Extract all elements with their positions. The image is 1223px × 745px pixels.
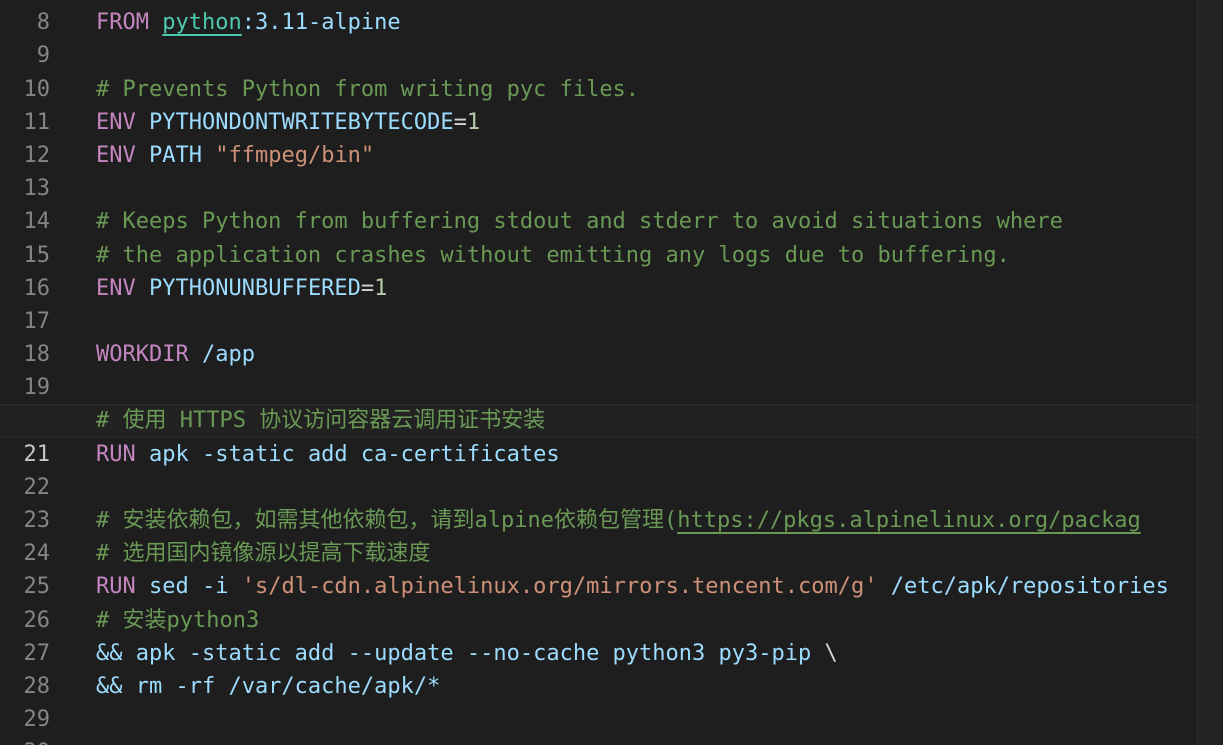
code-line[interactable]: 9 FROM python:3.11-alpine	[0, 6, 1197, 68]
code-text: # 安装依赖包，如需其他依赖包，请到alpine依赖包管理(https://pk…	[96, 504, 1141, 537]
code-text: ENV PATH "ffmpeg/bin"	[96, 139, 374, 172]
code-line[interactable]: 22 RUN apk -static add ca-certificates	[0, 438, 1197, 500]
code-line[interactable]: 27 # 安装python3	[0, 604, 1197, 666]
comment-token: # 使用 HTTPS 协议访问容器云调用证书安装	[96, 408, 546, 434]
code-line[interactable]: 11 # Prevents Python from writing pyc fi…	[0, 73, 1197, 135]
code-line[interactable]: 18	[0, 305, 1197, 367]
code-text: ENV PYTHONDONTWRITEBYTECODE=1	[96, 106, 480, 139]
comment-token: # the application crashes without emitti…	[96, 242, 1010, 268]
code-line[interactable]: 19 WORKDIR /app	[0, 338, 1197, 400]
line-continuation: \	[824, 640, 838, 666]
code-line[interactable]: 25 # 选用国内镜像源以提高下载速度	[0, 537, 1197, 599]
code-line[interactable]: 29 && rm -rf /var/cache/apk/*	[0, 670, 1197, 732]
comment-token: # 安装python3	[96, 607, 260, 633]
code-line[interactable]: 14	[0, 172, 1197, 234]
code-line[interactable]: 24 # 安装依赖包，如需其他依赖包，请到alpine依赖包管理(https:/…	[0, 504, 1197, 566]
comment-token: # Prevents Python from writing pyc files…	[96, 76, 640, 102]
keyword-token: FROM	[96, 10, 149, 36]
code-text: && rm -rf /var/cache/apk/*	[96, 670, 440, 703]
number-token: 1	[466, 109, 481, 135]
comment-token: # 安装依赖包，如需其他依赖包，请到alpine依赖包管理(	[96, 508, 678, 533]
code-text: RUN apk -static add ca-certificates	[96, 438, 560, 471]
keyword-token: RUN	[96, 441, 136, 467]
path-token: /app	[201, 342, 255, 368]
code-line[interactable]: 17 ENV PYTHONUNBUFFERED=1	[0, 272, 1197, 334]
comment-token: # 选用国内镜像源以提高下载速度	[96, 541, 431, 567]
code-line[interactable]: 28 && apk -static add --update --no-cach…	[0, 637, 1197, 699]
code-text: && apk -static add --update --no-cache p…	[96, 637, 838, 670]
code-editor[interactable]: 8 9 FROM python:3.11-alpine 10 11 # Prev…	[0, 0, 1223, 745]
operator-token: =	[360, 275, 375, 301]
code-line[interactable]: 23	[0, 471, 1197, 533]
code-text: # 选用国内镜像源以提高下载速度	[96, 537, 431, 570]
string-token: 's/dl-cdn.alpinelinux.org/mirrors.tencen…	[241, 574, 878, 600]
code-text: FROM python:3.11-alpine	[96, 6, 401, 39]
path-token: /etc/apk/repositories	[877, 574, 1169, 600]
image-link[interactable]: python	[162, 10, 241, 35]
code-text: # Prevents Python from writing pyc files…	[96, 73, 639, 106]
variable-token: PATH	[149, 142, 202, 168]
operator-token: =	[453, 109, 467, 135]
code-line[interactable]: 12 ENV PYTHONDONTWRITEBYTECODE=1	[0, 106, 1197, 168]
command-token: apk -static add ca-certificates	[149, 441, 560, 467]
image-tag: :3.11-alpine	[241, 10, 401, 36]
keyword-token: WORKDIR	[96, 342, 189, 368]
number-token: 1	[374, 275, 388, 301]
code-text: # the application crashes without emitti…	[96, 239, 1010, 272]
code-line[interactable]: 30	[0, 703, 1197, 745]
code-text: WORKDIR /app	[96, 338, 255, 371]
code-line[interactable]: 13 ENV PATH "ffmpeg/bin"	[0, 139, 1197, 201]
code-text: # Keeps Python from buffering stdout and…	[96, 205, 1063, 238]
code-text: RUN sed -i 's/dl-cdn.alpinelinux.org/mir…	[96, 570, 1169, 603]
string-token: "ffmpeg/bin"	[215, 142, 375, 168]
keyword-token: ENV	[96, 275, 136, 301]
command-token: && rm -rf /var/cache/apk/*	[96, 673, 441, 699]
code-text: # 使用 HTTPS 协议访问容器云调用证书安装	[96, 404, 545, 437]
code-line[interactable]: 10	[0, 39, 1197, 102]
code-line[interactable]: 16 # the application crashes without emi…	[0, 239, 1197, 301]
vertical-scrollbar[interactable]	[1197, 0, 1223, 745]
code-line[interactable]: 26 RUN sed -i 's/dl-cdn.alpinelinux.org/…	[0, 570, 1197, 632]
code-line[interactable]: 15 # Keeps Python from buffering stdout …	[0, 205, 1197, 267]
line-number: 30	[0, 736, 51, 745]
keyword-token: RUN	[96, 574, 136, 600]
editor-lines[interactable]: 8 9 FROM python:3.11-alpine 10 11 # Prev…	[0, 0, 1197, 745]
code-text: # 安装python3	[96, 604, 259, 637]
command-token: && apk -static add --update --no-cache p…	[96, 640, 825, 666]
keyword-token: ENV	[96, 142, 136, 168]
variable-token: PYTHONUNBUFFERED	[149, 275, 361, 301]
keyword-token: ENV	[96, 109, 136, 135]
code-text: ENV PYTHONUNBUFFERED=1	[96, 272, 387, 305]
url-link[interactable]: https://pkgs.alpinelinux.org/packag	[677, 508, 1141, 533]
code-line[interactable]: 20	[0, 371, 1197, 433]
command-token: sed -i	[149, 574, 242, 600]
comment-token: # Keeps Python from buffering stdout and…	[96, 209, 1063, 235]
current-code-line[interactable]: 21 # 使用 HTTPS 协议访问容器云调用证书安装	[0, 404, 1197, 467]
variable-token: PYTHONDONTWRITEBYTECODE	[149, 109, 454, 135]
